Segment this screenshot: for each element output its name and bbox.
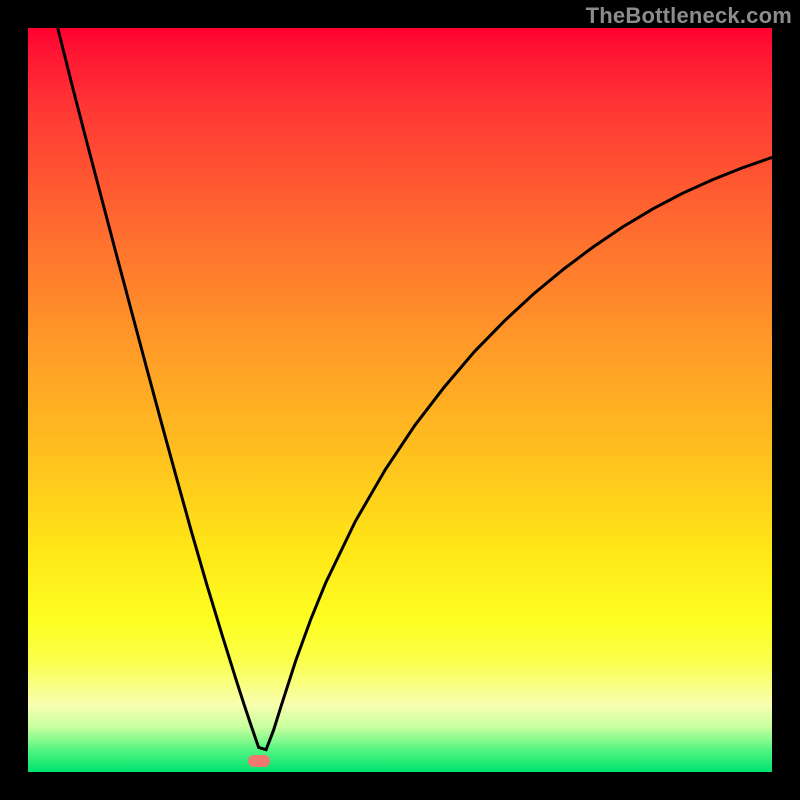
chart-frame: TheBottleneck.com xyxy=(0,0,800,800)
minimum-marker xyxy=(248,755,270,767)
curve-line xyxy=(58,28,772,750)
watermark-text: TheBottleneck.com xyxy=(586,3,792,29)
plot-area xyxy=(28,28,772,772)
bottleneck-curve xyxy=(28,28,772,772)
